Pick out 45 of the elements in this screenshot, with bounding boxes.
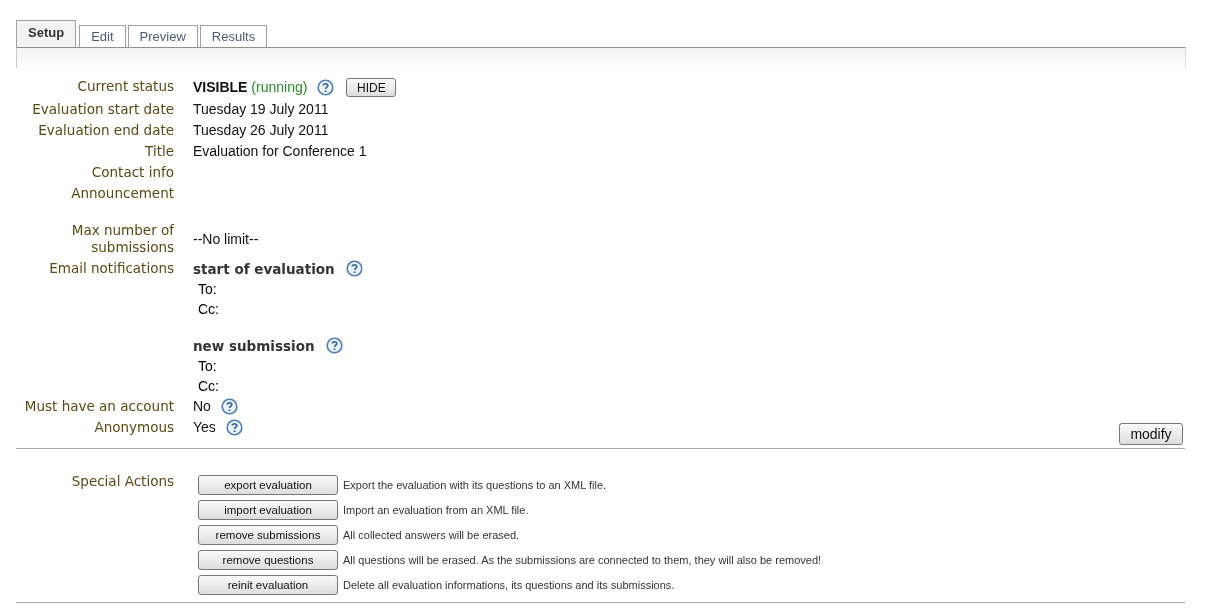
modify-button[interactable]: modify — [1119, 423, 1183, 445]
field-label: Evaluation end date — [37, 121, 174, 140]
field-value: Yes — [193, 419, 216, 436]
action-description: All collected answers will be erased. — [343, 529, 520, 541]
field-value: Evaluation for Conference 1 — [193, 143, 367, 160]
field-value: Tuesday 19 July 2011 — [193, 101, 329, 118]
field-label: Email notifications — [48, 259, 174, 278]
field-value: Tuesday 26 July 2011 — [193, 122, 329, 139]
cc-label: Cc: — [197, 377, 220, 396]
action-description: All questions will be erased. As the submissions are connected to them, they will also be removed! — [343, 554, 822, 566]
to-label: To: — [197, 357, 218, 376]
field-label: Title — [144, 142, 174, 161]
help-icon[interactable] — [220, 398, 238, 415]
field-label: Announcement — [70, 184, 174, 203]
action-button[interactable]: remove submissions — [198, 525, 338, 545]
to-label: To: — [197, 280, 218, 299]
help-icon[interactable] — [317, 79, 335, 96]
section-label: Special Actions — [70, 472, 174, 491]
field-label: Evaluation start date — [31, 100, 174, 119]
cc-label: Cc: — [197, 300, 220, 319]
action-button[interactable]: remove questions — [198, 550, 338, 570]
field-label: Must have an account — [23, 397, 174, 416]
help-icon[interactable] — [345, 260, 363, 277]
field-label: Contact info — [90, 163, 174, 182]
help-icon[interactable] — [225, 419, 243, 436]
status-text: VISIBLE (running) — [193, 79, 308, 96]
help-icon[interactable] — [325, 337, 343, 354]
field-value: --No limit-- — [193, 230, 259, 248]
tab[interactable]: Setup — [16, 20, 77, 47]
tab[interactable]: Edit — [79, 25, 126, 47]
field-label: Anonymous — [93, 418, 174, 437]
action-description: Delete all evaluation informations, its questions and its submissions. — [343, 579, 675, 591]
tab[interactable]: Preview — [127, 25, 198, 47]
action-description: Export the evaluation with its questions to an XML file. — [343, 479, 607, 491]
field-label: Max number of submissions — [70, 221, 174, 257]
action-description: Import an evaluation from an XML file. — [343, 504, 529, 516]
action-button[interactable]: reinit evaluation — [198, 575, 338, 595]
action-button[interactable]: export evaluation — [198, 475, 338, 495]
notification-title: start of evaluation — [193, 260, 335, 277]
notification-title: new submission — [193, 337, 315, 354]
action-button[interactable]: import evaluation — [198, 500, 338, 520]
tab[interactable]: Results — [199, 25, 268, 47]
field-label: Current status — [76, 77, 174, 96]
field-value: No — [193, 398, 211, 415]
hide-button[interactable]: HIDE — [346, 78, 397, 97]
